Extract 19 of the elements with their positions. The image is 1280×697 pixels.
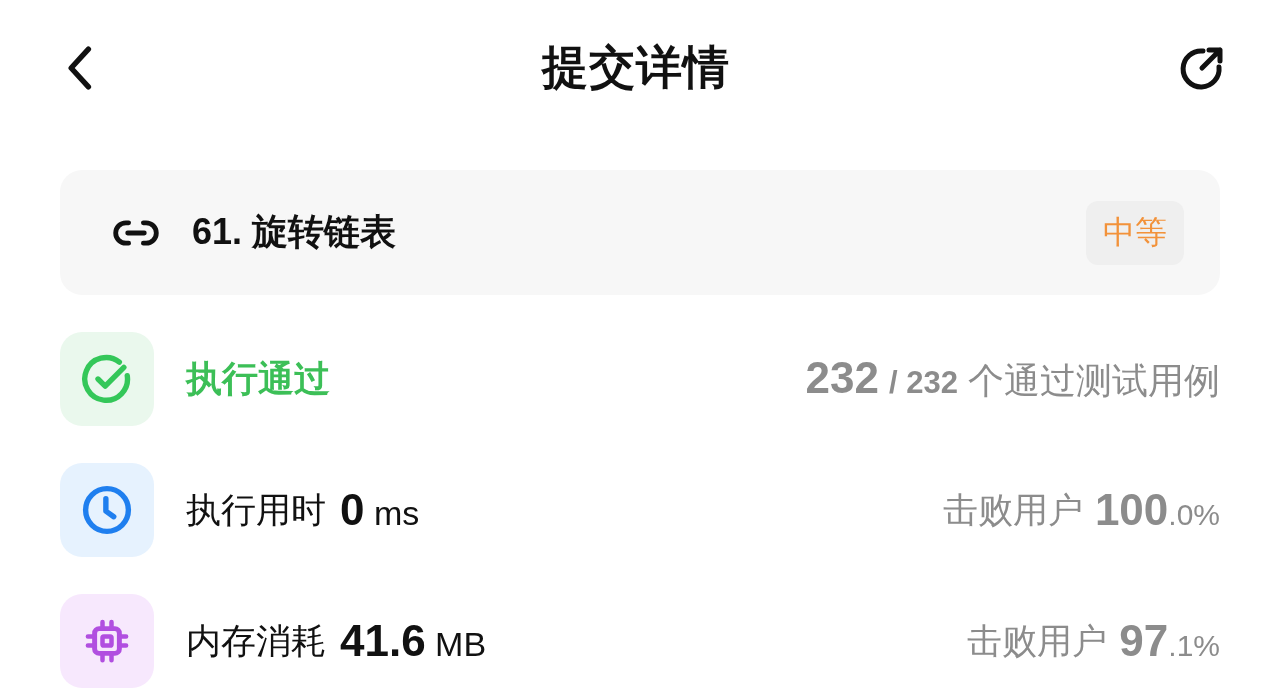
test-case-count: 232 / 232 个通过测试用例 <box>805 352 1220 404</box>
metric-label: 内存消耗 <box>186 619 326 662</box>
metric-label: 执行用时 <box>186 488 326 531</box>
beat-label: 击败用户 <box>967 619 1108 662</box>
metric-value: 41.6 MB <box>340 616 487 666</box>
clock-icon <box>60 463 154 557</box>
chevron-left-icon <box>66 46 92 90</box>
beat-label: 击败用户 <box>942 488 1083 531</box>
status-label: 执行通过 <box>186 356 330 401</box>
problem-card[interactable]: 61. 旋转链表 中等 <box>60 170 1220 295</box>
difficulty-badge: 中等 <box>1086 200 1184 265</box>
problem-title: 61. 旋转链表 <box>192 210 398 254</box>
beat-percentage: 97.1% <box>1119 616 1220 666</box>
beat-percentage: 100.0% <box>1094 485 1220 535</box>
chip-icon <box>60 594 154 688</box>
link-icon <box>112 219 160 246</box>
page-title: 提交详情 <box>542 40 730 95</box>
metric-value: 0 ms <box>340 485 420 535</box>
share-icon <box>1180 46 1224 90</box>
